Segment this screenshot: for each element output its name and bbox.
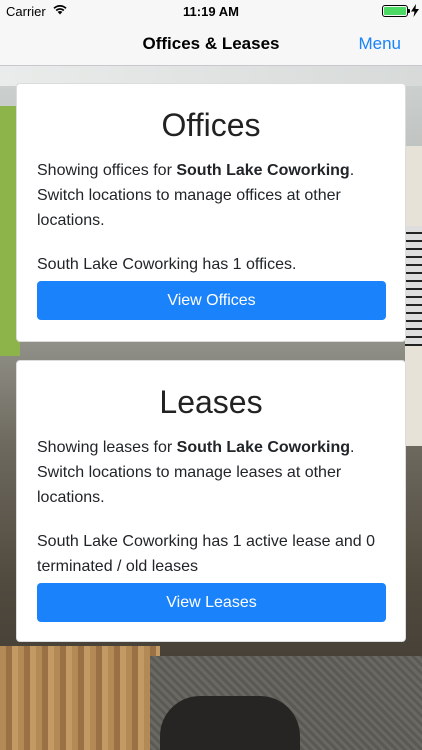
wood-panel bbox=[0, 646, 160, 750]
offices-title: Offices bbox=[161, 107, 261, 143]
leases-count: South Lake Coworking has 1 active lease … bbox=[37, 533, 375, 575]
menu-button[interactable]: Menu bbox=[358, 34, 401, 54]
clock: 11:19 AM bbox=[183, 4, 239, 19]
leases-title: Leases bbox=[159, 384, 263, 420]
view-offices-button[interactable]: View Offices bbox=[37, 281, 386, 320]
offices-desc-prefix: Showing offices for bbox=[37, 162, 177, 179]
view-leases-button[interactable]: View Leases bbox=[37, 583, 386, 622]
battery-fill bbox=[384, 7, 406, 15]
office-chair bbox=[160, 696, 300, 750]
offices-card: Offices Showing offices for South Lake C… bbox=[16, 83, 406, 342]
leases-card: Leases Showing leases for South Lake Cow… bbox=[16, 360, 406, 642]
offices-description: Showing offices for South Lake Coworking… bbox=[17, 158, 405, 233]
status-bar: Carrier 11:19 AM bbox=[0, 0, 422, 22]
leases-description: Showing leases for South Lake Coworking.… bbox=[17, 435, 405, 510]
offices-location: South Lake Coworking bbox=[176, 162, 350, 179]
battery-tip bbox=[408, 9, 410, 13]
wall-grid bbox=[405, 226, 422, 346]
leases-desc-prefix: Showing leases for bbox=[37, 439, 177, 456]
navigation-bar: Offices & Leases Menu bbox=[0, 22, 422, 66]
battery-icon bbox=[382, 5, 408, 17]
leases-location: South Lake Coworking bbox=[176, 439, 350, 456]
offices-count: South Lake Coworking has 1 offices. bbox=[37, 256, 297, 273]
charging-bolt-icon bbox=[411, 4, 419, 17]
